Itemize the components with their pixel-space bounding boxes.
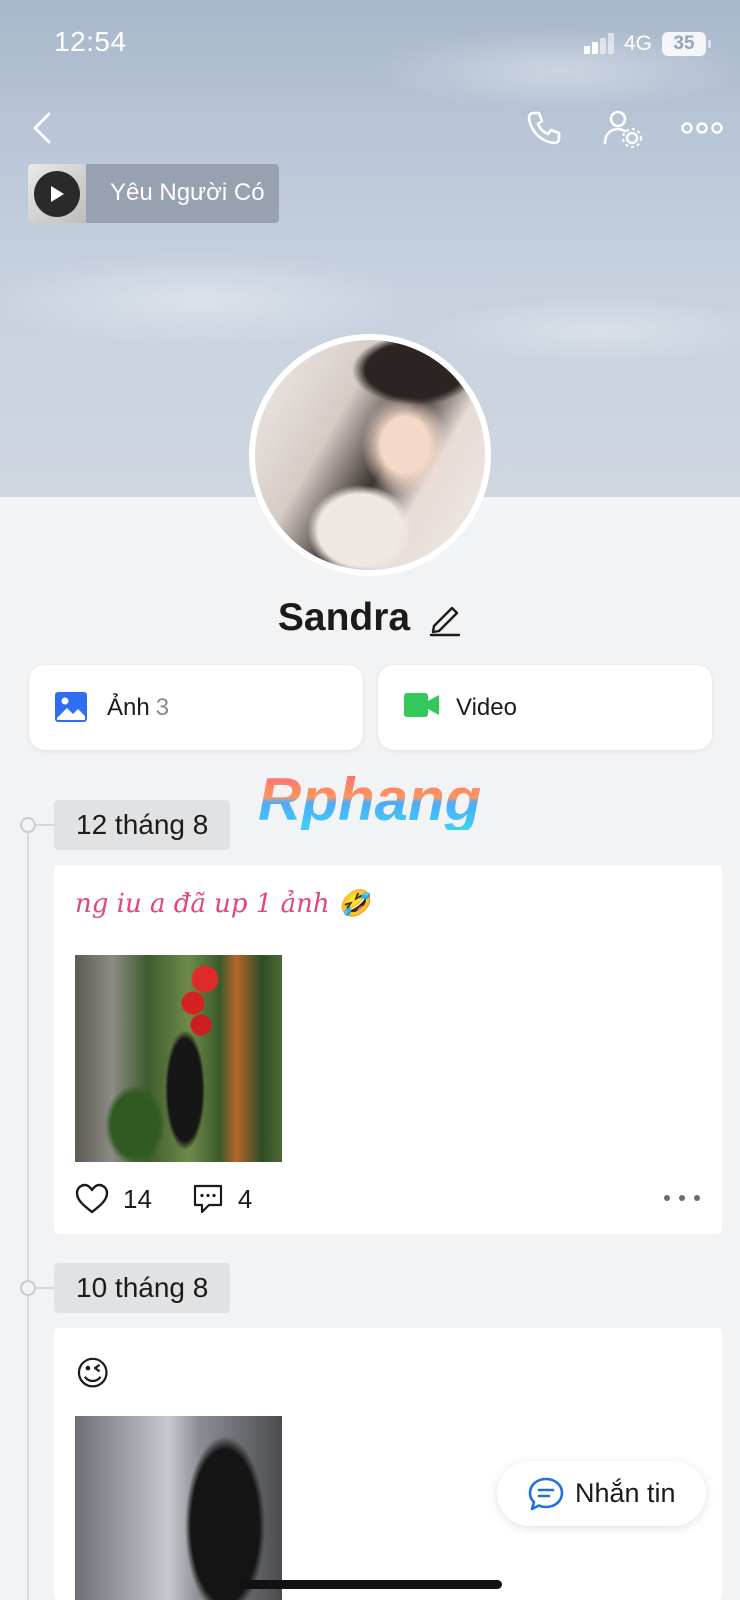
video-button[interactable]: Video xyxy=(378,665,712,750)
post-photo[interactable] xyxy=(75,955,282,1162)
photos-count: 3 xyxy=(155,694,170,721)
timeline-dot xyxy=(20,817,36,833)
pencil-icon[interactable] xyxy=(428,599,462,637)
battery-icon: 35 xyxy=(662,32,706,56)
timeline-dot xyxy=(20,1280,36,1296)
video-camera-icon xyxy=(404,693,439,717)
like-count: 14 xyxy=(123,1183,152,1214)
network-type: 4G xyxy=(624,32,653,55)
music-thumbnail xyxy=(28,164,86,223)
more-icon xyxy=(681,122,723,134)
back-icon xyxy=(33,112,51,144)
photos-button[interactable]: Ảnh 3 xyxy=(29,665,363,750)
music-title: Yêu Người Có xyxy=(110,179,265,206)
date-chip: 10 tháng 8 xyxy=(54,1263,231,1313)
back-button[interactable] xyxy=(14,100,70,156)
date-chip: 12 tháng 8 xyxy=(54,800,231,850)
profile-name: Sandra xyxy=(277,596,411,639)
post-card[interactable]: ng iu a đã up 1 ảnh 🤣 14 4 xyxy=(54,865,722,1234)
message-button[interactable]: Nhắn tin xyxy=(497,1461,706,1526)
post-more-icon[interactable] xyxy=(664,1191,700,1205)
like-button[interactable]: 14 xyxy=(75,1183,152,1215)
timeline-tick xyxy=(36,1287,54,1289)
timeline-tick xyxy=(36,824,54,826)
image-icon xyxy=(55,692,87,722)
avatar[interactable] xyxy=(249,334,491,576)
photos-label: Ảnh 3 xyxy=(107,694,170,721)
status-time: 12:54 xyxy=(54,26,127,57)
profile-name-row: Sandra xyxy=(0,596,740,640)
profile-music-player[interactable]: Yêu Người Có xyxy=(28,164,279,223)
video-label: Video xyxy=(456,694,517,721)
comment-count: 4 xyxy=(237,1183,253,1214)
status-bar: 12:54 4G 35 xyxy=(0,0,740,88)
comment-icon xyxy=(193,1184,223,1214)
heart-icon xyxy=(75,1183,109,1214)
timeline-line xyxy=(27,826,29,1600)
chat-icon xyxy=(528,1477,564,1510)
user-settings-button[interactable] xyxy=(594,100,650,156)
battery-tip xyxy=(708,40,711,48)
signal-icon xyxy=(584,32,616,54)
home-indicator xyxy=(238,1580,502,1589)
more-options-button[interactable] xyxy=(674,100,730,156)
post-actions: 14 4 xyxy=(75,1181,292,1217)
user-settings-icon xyxy=(603,110,642,148)
message-button-label: Nhắn tin xyxy=(575,1478,676,1508)
phone-icon xyxy=(527,111,561,145)
comment-button[interactable]: 4 xyxy=(192,1183,252,1215)
post-caption: ng iu a đã up 1 ảnh 🤣 xyxy=(75,889,371,919)
play-icon[interactable] xyxy=(34,170,80,217)
post-photo[interactable] xyxy=(75,1416,282,1600)
call-button[interactable] xyxy=(516,100,572,156)
post-caption: 😉 xyxy=(75,1355,111,1393)
watermark-logo: Rphang xyxy=(258,766,482,833)
